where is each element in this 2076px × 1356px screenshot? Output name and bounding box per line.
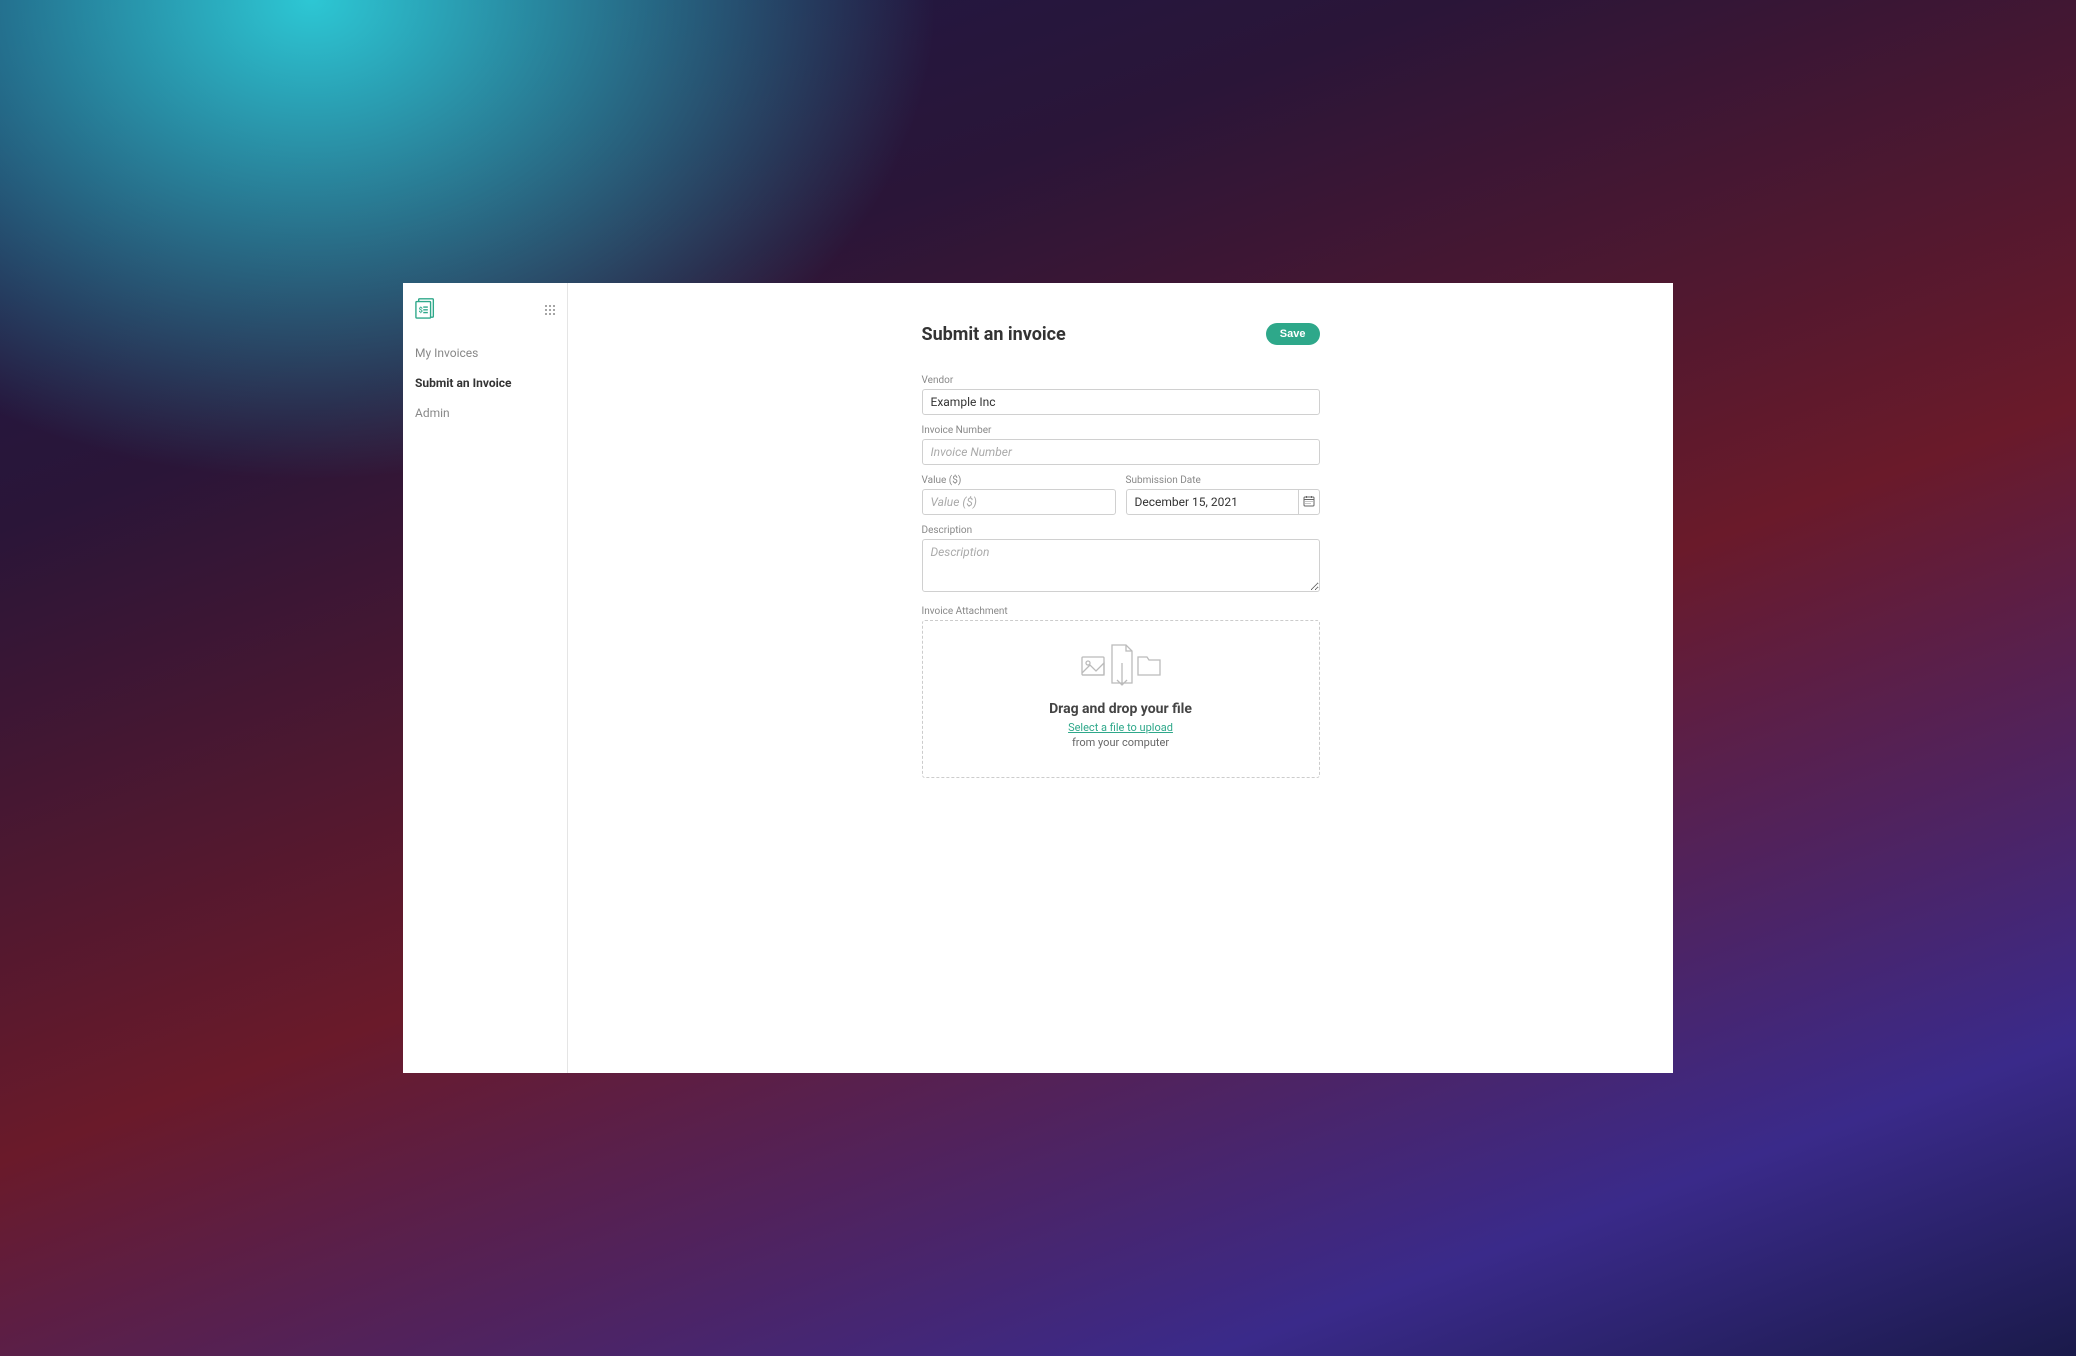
select-file-link[interactable]: Select a file to upload xyxy=(933,721,1309,734)
dropzone-subtitle: from your computer xyxy=(933,736,1309,749)
page-title: Submit an invoice xyxy=(922,324,1066,345)
dropzone-icons xyxy=(933,643,1309,687)
app-window: $ My Invoices Submit an Invoice Admin Su… xyxy=(403,283,1673,1073)
date-picker-button[interactable] xyxy=(1298,489,1319,515)
vendor-input[interactable] xyxy=(922,389,1320,415)
dropzone-title: Drag and drop your file xyxy=(933,701,1309,717)
description-input[interactable] xyxy=(922,539,1320,592)
file-dropzone[interactable]: Drag and drop your file Select a file to… xyxy=(922,620,1320,778)
apps-grid-icon[interactable] xyxy=(545,305,555,315)
invoice-number-label: Invoice Number xyxy=(922,425,1320,436)
save-button[interactable]: Save xyxy=(1266,323,1320,345)
submission-date-input[interactable] xyxy=(1126,489,1299,515)
submission-date-label: Submission Date xyxy=(1126,475,1320,486)
main-content: Submit an invoice Save Vendor Invoice Nu… xyxy=(568,283,1673,1073)
form-header: Submit an invoice Save xyxy=(922,323,1320,345)
svg-text:$: $ xyxy=(419,306,423,315)
vendor-field: Vendor xyxy=(922,375,1320,415)
invoice-number-field: Invoice Number xyxy=(922,425,1320,465)
calendar-icon xyxy=(1303,495,1315,510)
sidebar-item-my-invoices[interactable]: My Invoices xyxy=(403,338,567,368)
invoice-form: Submit an invoice Save Vendor Invoice Nu… xyxy=(922,323,1320,1073)
attachment-label: Invoice Attachment xyxy=(922,606,1320,617)
invoice-number-input[interactable] xyxy=(922,439,1320,465)
logo-icon: $ xyxy=(415,296,437,324)
sidebar-item-submit-invoice[interactable]: Submit an Invoice xyxy=(403,368,567,398)
sidebar-nav: My Invoices Submit an Invoice Admin xyxy=(403,338,567,428)
sidebar-header: $ xyxy=(403,296,567,338)
value-input[interactable] xyxy=(922,489,1116,515)
submission-date-field: Submission Date xyxy=(1126,475,1320,515)
sidebar: $ My Invoices Submit an Invoice Admin xyxy=(403,283,568,1073)
vendor-label: Vendor xyxy=(922,375,1320,386)
value-field: Value ($) xyxy=(922,475,1116,515)
sidebar-item-admin[interactable]: Admin xyxy=(403,398,567,428)
description-label: Description xyxy=(922,525,1320,536)
attachment-field: Invoice Attachment xyxy=(922,606,1320,778)
description-field: Description xyxy=(922,525,1320,596)
value-label: Value ($) xyxy=(922,475,1116,486)
value-date-row: Value ($) Submission Date xyxy=(922,475,1320,525)
date-input-wrapper xyxy=(1126,489,1320,515)
